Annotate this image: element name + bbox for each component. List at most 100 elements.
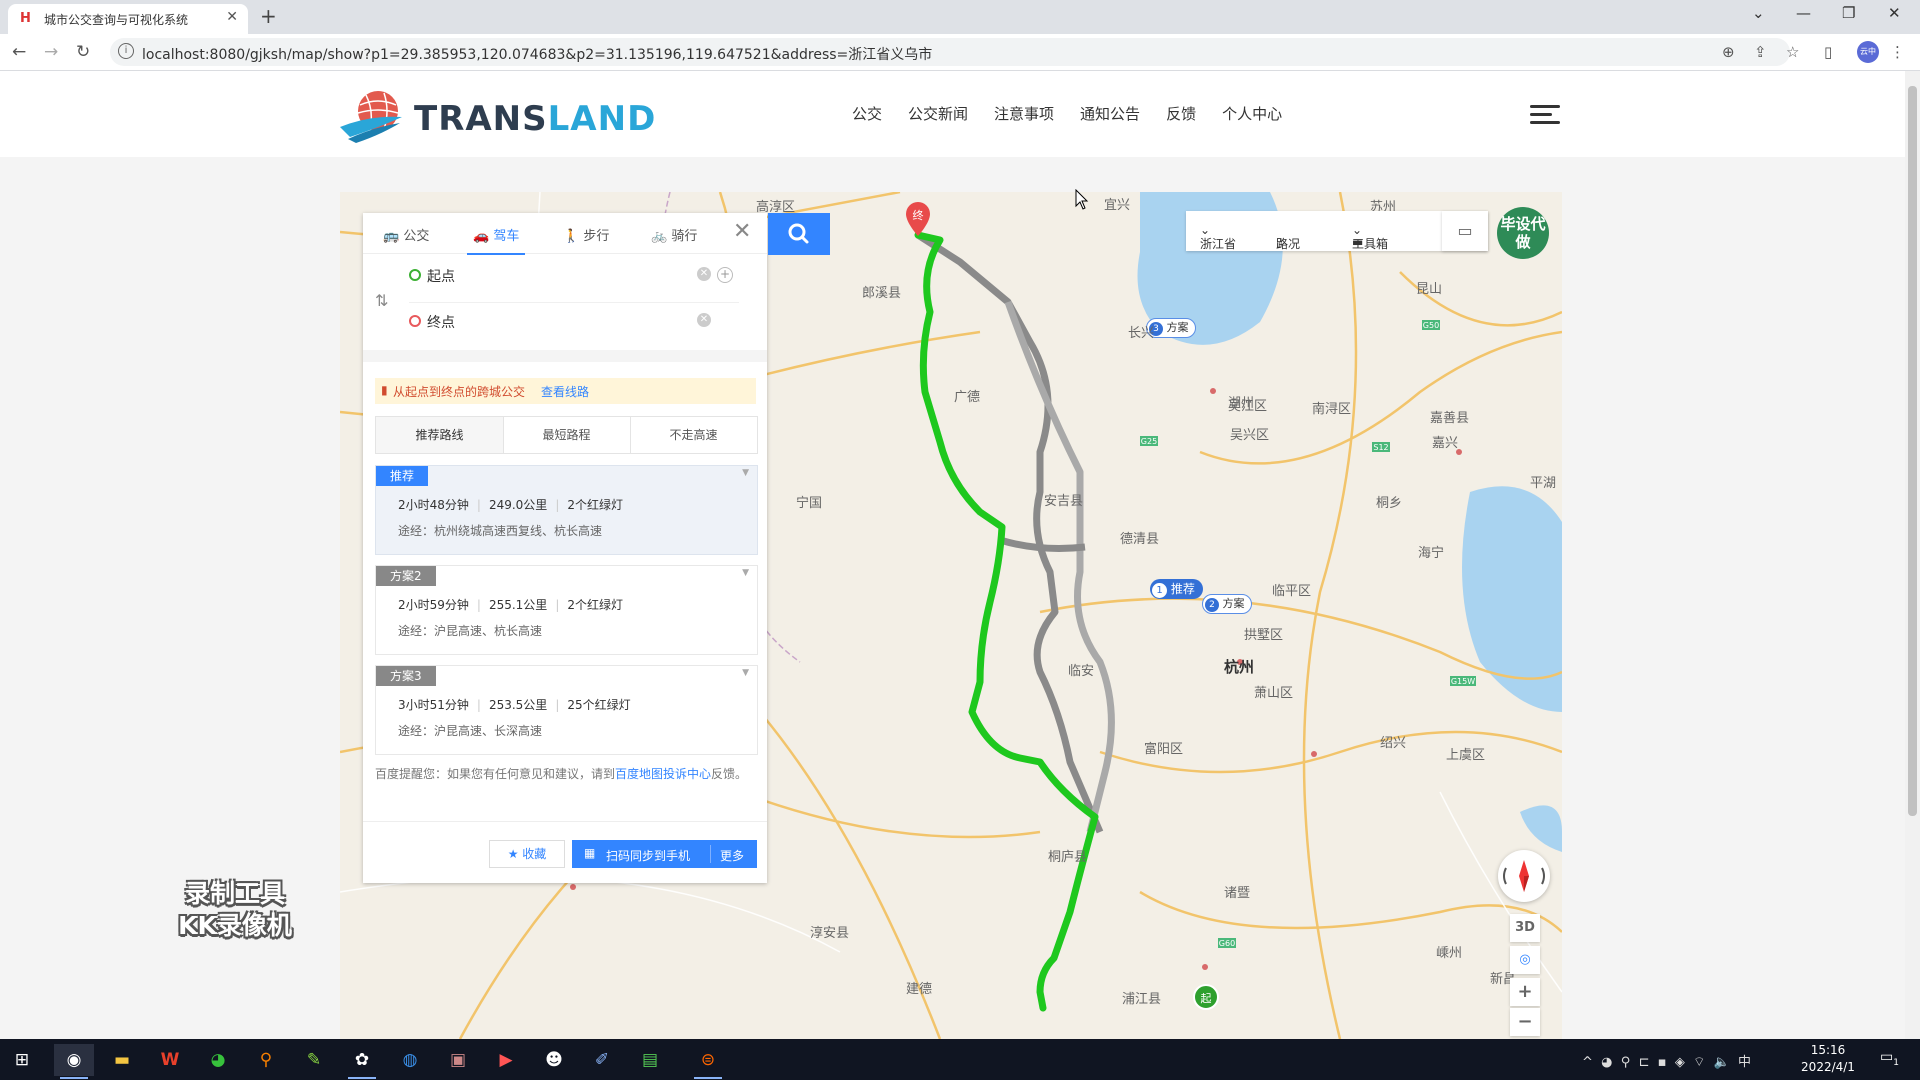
- tab-search-icon[interactable]: ⌄: [1752, 4, 1765, 22]
- clear-start-icon[interactable]: ✕: [697, 267, 711, 281]
- scrollbar-thumb[interactable]: [1908, 86, 1917, 816]
- clear-end-icon[interactable]: ✕: [697, 313, 711, 327]
- windows-start-icon[interactable]: ⊞: [2, 1044, 42, 1076]
- route-plan2-line[interactable]: [916, 232, 1104, 834]
- zoom-in-button[interactable]: +: [1510, 978, 1540, 1006]
- share-icon[interactable]: ⇪: [1754, 43, 1767, 61]
- tab-no-highway[interactable]: 不走高速: [630, 417, 757, 453]
- running-app-icon[interactable]: ⊜: [688, 1044, 728, 1079]
- 3d-toggle[interactable]: 3D: [1510, 914, 1540, 942]
- tray-expand-icon[interactable]: ^: [1582, 1055, 1593, 1070]
- locate-icon[interactable]: ◎: [1510, 946, 1540, 974]
- wechat-tray-icon[interactable]: ◕: [1601, 1055, 1612, 1070]
- end-point-field[interactable]: 终点 ✕: [409, 302, 739, 339]
- tab-recommended[interactable]: 推荐路线: [376, 417, 504, 453]
- file-explorer-icon[interactable]: ▬: [102, 1044, 142, 1076]
- site-info-icon[interactable]: i: [118, 43, 134, 59]
- side-panel-icon[interactable]: ▯: [1824, 43, 1832, 61]
- walk-icon: 🚶: [563, 229, 580, 244]
- sync-to-phone-button[interactable]: ▦ 扫码同步到手机 更多: [572, 840, 757, 868]
- route-recommended-line[interactable]: [914, 231, 1099, 1012]
- tab-bus[interactable]: 🚌 公交: [383, 225, 429, 244]
- browser-menu-icon[interactable]: ⋮: [1890, 43, 1905, 61]
- end-point-input[interactable]: 终点: [427, 312, 455, 332]
- qq-app-icon[interactable]: ☻: [534, 1044, 574, 1076]
- restore-button[interactable]: ❐: [1842, 4, 1855, 22]
- favorite-button[interactable]: ★ 收藏: [489, 840, 565, 868]
- bookmark-star-icon[interactable]: ☆: [1786, 43, 1799, 61]
- tray-app3-icon[interactable]: ◈: [1675, 1055, 1685, 1070]
- region-select[interactable]: 浙江省 ⌄: [1200, 223, 1236, 251]
- browser-app-icon[interactable]: ◍: [390, 1044, 430, 1076]
- route-plan-card[interactable]: 推荐 ▼ 2小时48分钟 | 249.0公里 | 2个红绿灯 途经：杭州绕城高速西复线、…: [375, 465, 758, 555]
- more-button[interactable]: 更多: [720, 847, 744, 864]
- nav-item-notes[interactable]: 注意事项: [994, 103, 1054, 124]
- route-search-button[interactable]: [768, 213, 830, 255]
- minimize-button[interactable]: —: [1796, 4, 1811, 22]
- tab-shortest[interactable]: 最短路程: [503, 417, 631, 453]
- tray-app-icon[interactable]: ⊏: [1639, 1055, 1650, 1070]
- wechat-app-icon[interactable]: ◕: [198, 1044, 238, 1076]
- media-app-icon[interactable]: ▶: [486, 1044, 526, 1076]
- reload-icon[interactable]: ↻: [76, 42, 90, 62]
- recorder-app-icon[interactable]: ✿: [342, 1044, 382, 1079]
- route-plan-card[interactable]: 方案2 ▼ 2小时59分钟 | 255.1公里 | 2个红绿灯 途经：沪昆高速、杭长高速: [375, 565, 758, 655]
- route-plan-card[interactable]: 方案3 ▼ 3小时51分钟 | 253.5公里 | 25个红绿灯 途经：沪昆高速、长深高…: [375, 665, 758, 755]
- complaint-center-link[interactable]: 百度地图投诉中心: [615, 767, 711, 781]
- address-bar[interactable]: i localhost:8080/gjksh/map/show?p1=29.38…: [110, 38, 1790, 66]
- tab-bike[interactable]: 🚲 骑行: [651, 225, 697, 244]
- chart-app-icon[interactable]: ▤: [630, 1044, 670, 1076]
- close-tab-icon[interactable]: ✕: [226, 9, 238, 25]
- close-panel-icon[interactable]: ✕: [733, 219, 751, 244]
- route-recommended-marker[interactable]: 1 推荐: [1150, 579, 1203, 599]
- swap-points-icon[interactable]: ⇅: [375, 291, 388, 310]
- chrome-app-icon[interactable]: ◉: [54, 1044, 94, 1079]
- hamburger-menu-icon[interactable]: [1530, 105, 1560, 127]
- search-app-icon[interactable]: ⚲: [246, 1044, 286, 1076]
- new-tab-button[interactable]: +: [260, 4, 277, 28]
- wps-app-icon[interactable]: W: [150, 1044, 190, 1076]
- tab-walk[interactable]: 🚶 步行: [563, 225, 609, 244]
- profile-avatar[interactable]: 云中: [1857, 41, 1879, 63]
- nav-item-bus[interactable]: 公交: [852, 103, 882, 124]
- start-point-input[interactable]: 起点: [427, 266, 455, 286]
- green-app-icon[interactable]: ✎: [294, 1044, 334, 1076]
- site-logo[interactable]: TRANSLAND: [340, 87, 655, 147]
- message-icon[interactable]: ▭: [1442, 211, 1488, 251]
- forward-icon[interactable]: →: [44, 42, 58, 62]
- chevron-down-icon[interactable]: ▼: [742, 668, 749, 678]
- back-icon[interactable]: ←: [12, 42, 26, 62]
- route-plan3-line[interactable]: [1004, 300, 1115, 833]
- nav-item-profile[interactable]: 个人中心: [1222, 103, 1282, 124]
- city-label: 宁国: [796, 496, 823, 511]
- toolbox-button[interactable]: ▬ 工具箱 ⌄: [1352, 223, 1388, 251]
- svg-text:S12: S12: [1373, 443, 1388, 452]
- notification-icon[interactable]: ▭1: [1880, 1049, 1899, 1068]
- zoom-icon[interactable]: ⊕: [1722, 43, 1735, 61]
- volume-icon[interactable]: 🔈: [1714, 1055, 1730, 1070]
- compass-control[interactable]: [1498, 850, 1550, 902]
- tab-drive[interactable]: 🚗 驾车: [466, 225, 526, 255]
- system-clock[interactable]: 15:16 2022/4/1: [1796, 1042, 1860, 1076]
- notepad-app-icon[interactable]: ✐: [582, 1044, 622, 1076]
- close-window-button[interactable]: ✕: [1888, 4, 1901, 22]
- game-app-icon[interactable]: ▣: [438, 1044, 478, 1076]
- zoom-out-button[interactable]: −: [1510, 1008, 1540, 1036]
- chevron-down-icon[interactable]: ▼: [742, 468, 749, 478]
- svg-text:G15W: G15W: [1451, 677, 1475, 686]
- url-text[interactable]: localhost:8080/gjksh/map/show?p1=29.3859…: [142, 44, 932, 64]
- ad-badge[interactable]: 毕设代做: [1497, 207, 1549, 259]
- tray-app2-icon[interactable]: ▪: [1658, 1055, 1667, 1070]
- nav-item-announcements[interactable]: 通知公告: [1080, 103, 1140, 124]
- nav-item-feedback[interactable]: 反馈: [1166, 103, 1196, 124]
- nav-item-bus-news[interactable]: 公交新闻: [908, 103, 968, 124]
- route-plan2-marker[interactable]: 2 方案: [1202, 594, 1252, 614]
- add-waypoint-icon[interactable]: +: [717, 267, 733, 283]
- search-tray-icon[interactable]: ⚲: [1621, 1055, 1631, 1070]
- start-point-field[interactable]: 起点 ✕ +: [409, 257, 739, 293]
- browser-tab[interactable]: H 城市公交查询与可视化系统 ✕: [8, 4, 248, 34]
- ime-indicator[interactable]: 中: [1738, 1055, 1751, 1070]
- wifi-icon[interactable]: ⌔: [1693, 1055, 1705, 1070]
- chevron-down-icon[interactable]: ▼: [742, 568, 749, 578]
- view-routes-link[interactable]: 查看线路: [541, 383, 589, 400]
